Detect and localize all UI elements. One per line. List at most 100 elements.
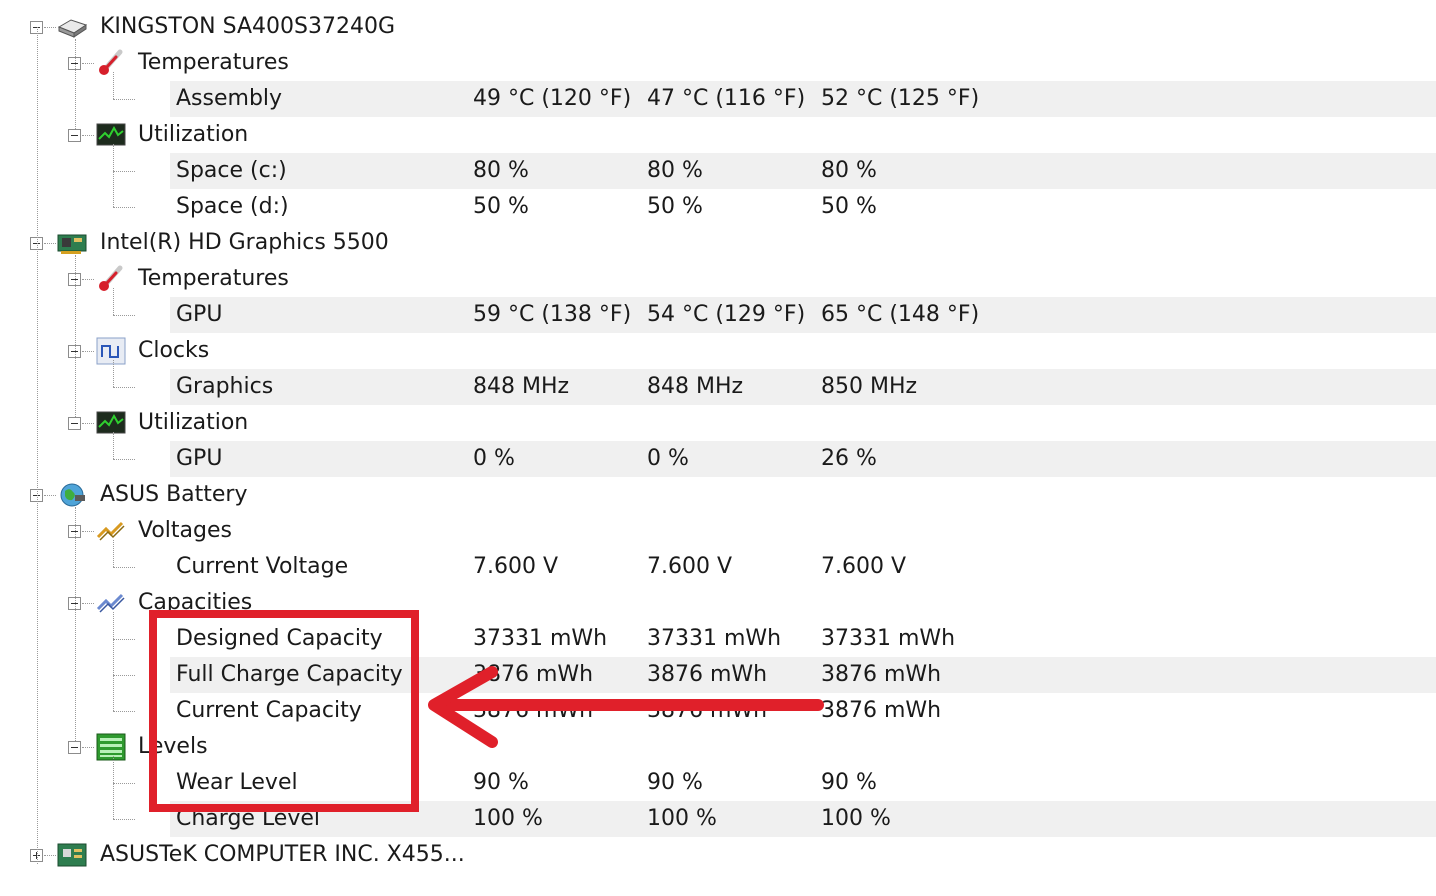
value-current: 37331 mWh — [473, 626, 608, 651]
device-label: ASUSTeK COMPUTER INC. X455... — [100, 842, 465, 867]
thermometer-icon — [96, 49, 126, 77]
value-max: 100 % — [821, 806, 891, 831]
sensor-tree: KINGSTON SA400S37240G Temperatures Assembl… — [0, 0, 1436, 896]
group-label: Utilization — [138, 122, 249, 147]
value-current: 49 °C (120 °F) — [473, 86, 632, 111]
group-temperatures-row[interactable]: Temperatures — [0, 45, 1436, 81]
value-current: 100 % — [473, 806, 543, 831]
collapse-button[interactable] — [68, 417, 81, 430]
sensor-gpu-utilization-row[interactable]: GPU 0 % 0 % 26 % — [0, 441, 1436, 477]
sensor-graphics-clock-row[interactable]: Graphics 848 MHz 848 MHz 850 MHz — [0, 369, 1436, 405]
sensor-label: Current Voltage — [176, 554, 349, 579]
group-label: Temperatures — [138, 266, 289, 291]
device-label: Intel(R) HD Graphics 5500 — [100, 230, 389, 255]
value-min: 3876 mWh — [647, 698, 768, 723]
value-min: 37331 mWh — [647, 626, 782, 651]
group-clocks-row[interactable]: Clocks — [0, 333, 1436, 369]
value-current: 3876 mWh — [473, 698, 594, 723]
value-current: 3876 mWh — [473, 662, 594, 687]
tree-connector — [113, 540, 114, 567]
value-max: 26 % — [821, 446, 877, 471]
value-max: 37331 mWh — [821, 626, 956, 651]
sensor-assembly-row[interactable]: Assembly 49 °C (120 °F) 47 °C (116 °F) 52 °… — [0, 81, 1436, 117]
group-capacities-row[interactable]: Capacities — [0, 585, 1436, 621]
group-voltages-row[interactable]: Voltages — [0, 513, 1436, 549]
row-highlight — [170, 801, 1436, 837]
tree-connector — [113, 756, 114, 819]
sensor-current-voltage-row[interactable]: Current Voltage 7.600 V 7.600 V 7.600 V — [0, 549, 1436, 585]
device-label: KINGSTON SA400S37240G — [100, 14, 396, 39]
value-min: 848 MHz — [647, 374, 744, 399]
row-highlight — [170, 369, 1436, 405]
collapse-button[interactable] — [68, 129, 81, 142]
sensor-label: Designed Capacity — [176, 626, 383, 651]
device-asus-battery-row[interactable]: ASUS Battery — [0, 477, 1436, 513]
tree-connector — [113, 288, 114, 315]
group-label: Temperatures — [138, 50, 289, 75]
value-min: 3876 mWh — [647, 662, 768, 687]
tree-connector — [113, 72, 114, 99]
sensor-label: GPU — [176, 446, 223, 471]
value-min: 90 % — [647, 770, 703, 795]
value-current: 80 % — [473, 158, 529, 183]
value-max: 65 °C (148 °F) — [821, 302, 980, 327]
value-max: 50 % — [821, 194, 877, 219]
value-min: 47 °C (116 °F) — [647, 86, 806, 111]
sensor-label: Full Charge Capacity — [176, 662, 403, 687]
clock-wave-icon — [96, 337, 126, 365]
value-max: 3876 mWh — [821, 698, 942, 723]
value-max: 3876 mWh — [821, 662, 942, 687]
tree-connector — [113, 432, 114, 459]
group-label: Levels — [138, 734, 208, 759]
capacity-graph-icon — [96, 589, 126, 617]
value-max: 850 MHz — [821, 374, 918, 399]
levels-icon — [96, 733, 126, 761]
sensor-charge-level-row[interactable]: Charge Level 100 % 100 % 100 % — [0, 801, 1436, 837]
sensor-current-capacity-row[interactable]: Current Capacity 3876 mWh 3876 mWh 3876 mWh — [0, 693, 1436, 729]
value-current: 7.600 V — [473, 554, 559, 579]
group-utilization-row[interactable]: Utilization — [0, 117, 1436, 153]
sensor-space-c-row[interactable]: Space (c:) 80 % 80 % 80 % — [0, 153, 1436, 189]
sensor-label: Graphics — [176, 374, 274, 399]
sensor-label: Space (c:) — [176, 158, 287, 183]
value-max: 7.600 V — [821, 554, 907, 579]
sensor-wear-level-row[interactable]: Wear Level 90 % 90 % 90 % — [0, 765, 1436, 801]
device-intel-graphics-row[interactable]: Intel(R) HD Graphics 5500 — [0, 225, 1436, 261]
sensor-designed-capacity-row[interactable]: Designed Capacity 37331 mWh 37331 mWh 37331… — [0, 621, 1436, 657]
group-label: Capacities — [138, 590, 253, 615]
sensor-label: Space (d:) — [176, 194, 289, 219]
sensor-label: Charge Level — [176, 806, 321, 831]
sensor-label: GPU — [176, 302, 223, 327]
value-min: 54 °C (129 °F) — [647, 302, 806, 327]
group-levels-row[interactable]: Levels — [0, 729, 1436, 765]
value-current: 50 % — [473, 194, 529, 219]
sensor-full-charge-capacity-row[interactable]: Full Charge Capacity 3876 mWh 3876 mWh 3876… — [0, 657, 1436, 693]
value-max: 90 % — [821, 770, 877, 795]
value-current: 90 % — [473, 770, 529, 795]
value-max: 80 % — [821, 158, 877, 183]
hdd-icon — [57, 13, 88, 41]
value-min: 50 % — [647, 194, 703, 219]
tree-connector — [113, 144, 114, 207]
group-temperatures-row[interactable]: Temperatures — [0, 261, 1436, 297]
collapse-button[interactable] — [68, 741, 81, 754]
value-current: 0 % — [473, 446, 515, 471]
value-min: 0 % — [647, 446, 689, 471]
row-highlight — [170, 441, 1436, 477]
sensor-space-d-row[interactable]: Space (d:) 50 % 50 % 50 % — [0, 189, 1436, 225]
group-utilization-row[interactable]: Utilization — [0, 405, 1436, 441]
tree-connector — [75, 39, 76, 129]
sensor-gpu-temp-row[interactable]: GPU 59 °C (138 °F) 54 °C (129 °F) 65 °C (14… — [0, 297, 1436, 333]
battery-globe-icon — [57, 481, 87, 509]
sensor-label: Wear Level — [176, 770, 298, 795]
device-asustek-motherboard-row[interactable]: ASUSTeK COMPUTER INC. X455... — [0, 837, 1436, 873]
motherboard-icon — [57, 841, 87, 869]
group-label: Voltages — [138, 518, 232, 543]
device-kingston-row[interactable]: KINGSTON SA400S37240G — [0, 9, 1436, 45]
value-min: 7.600 V — [647, 554, 733, 579]
value-min: 80 % — [647, 158, 703, 183]
tree-connector — [75, 255, 76, 417]
group-label: Clocks — [138, 338, 210, 363]
utilization-monitor-icon — [96, 121, 126, 149]
utilization-monitor-icon — [96, 409, 126, 437]
